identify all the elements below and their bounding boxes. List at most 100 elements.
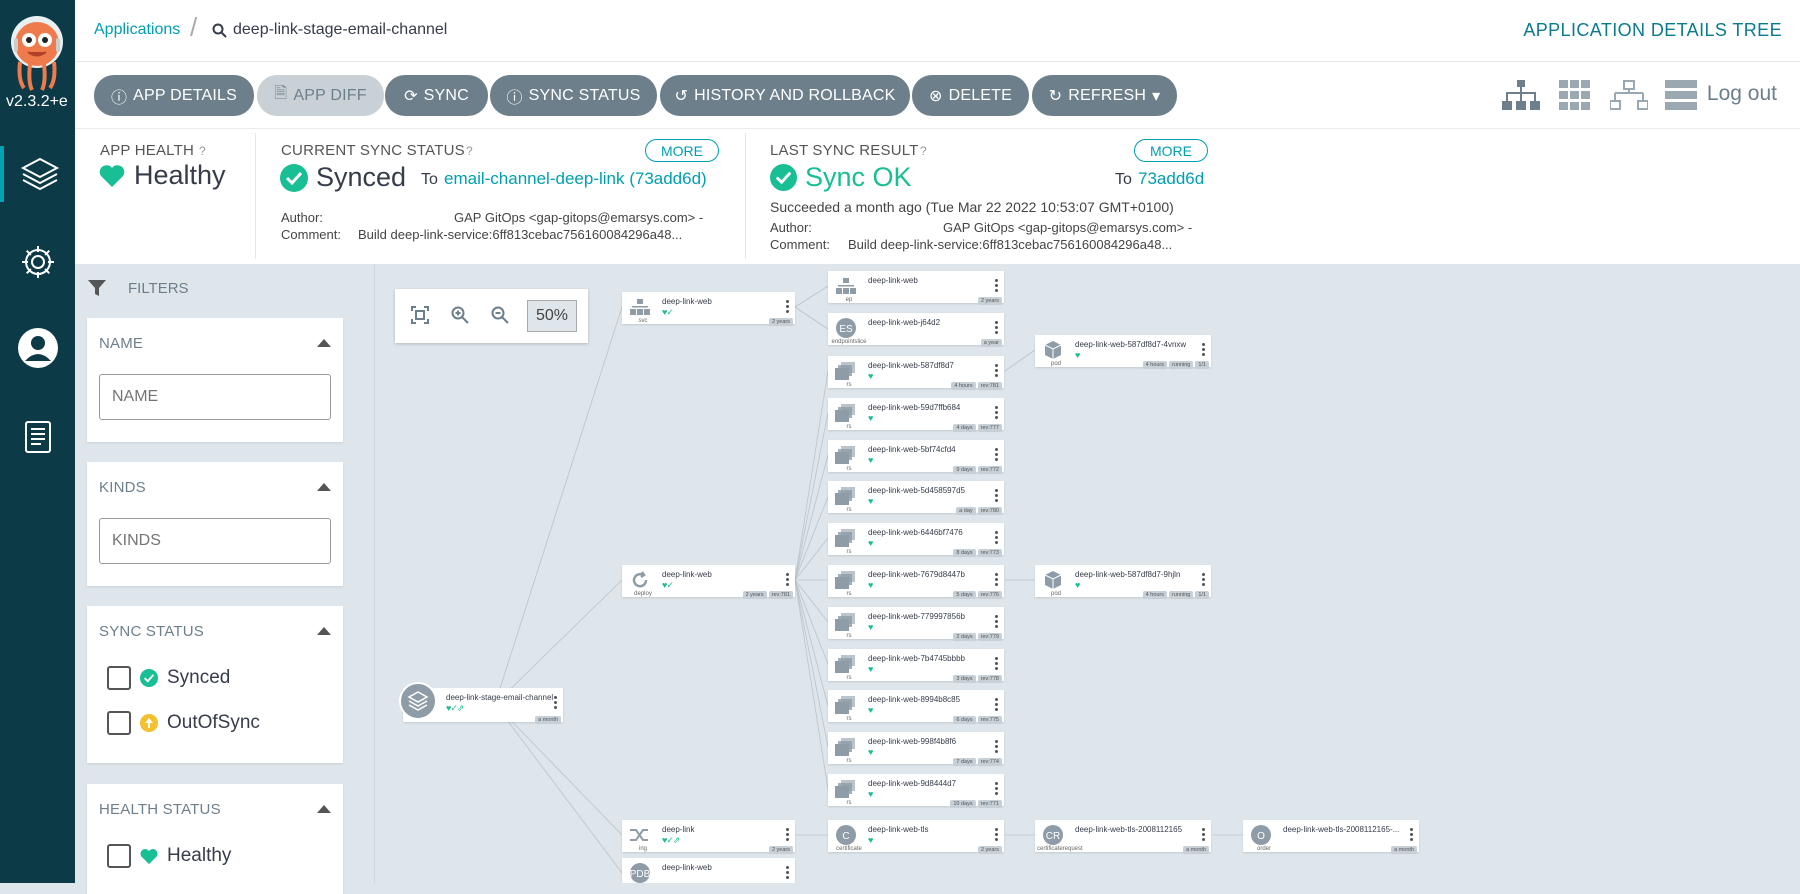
zoom-out-icon[interactable] [491, 306, 509, 324]
gear-icon [21, 246, 54, 278]
sidebar-item-settings[interactable] [0, 234, 75, 290]
app-details-button[interactable]: ⓘ APP DETAILS [94, 75, 254, 116]
outofsync-filter-option[interactable]: OutOfSync [107, 711, 260, 735]
node-kind: rs [846, 716, 852, 723]
resource-node[interactable]: rs deep-link-web-9d8444d7 ♥ 10 days rev:771 [828, 774, 1004, 808]
node-menu-icon[interactable] [786, 300, 789, 313]
app-node[interactable]: deep-link-stage-email-channel ♥✓⇗ a mont… [399, 682, 563, 724]
resource-node[interactable]: rs deep-link-web-7679d8447b ♥ 5 days rev:776 [828, 565, 1004, 599]
sync-button[interactable]: ⟳ SYNC [385, 75, 488, 116]
node-menu-icon[interactable] [995, 447, 998, 461]
svc-node[interactable]: svc deep-link-web ♥✓ 2 years [622, 292, 795, 326]
node-menu-icon[interactable] [1410, 828, 1413, 841]
collapse-icon[interactable] [317, 339, 331, 347]
ing-node[interactable]: ing deep-link ♥✓⇗ 2 years [622, 820, 795, 854]
node-tag: a month [535, 716, 561, 724]
delete-button[interactable]: ⊗ DELETE [912, 75, 1029, 116]
resource-node[interactable]: rs deep-link-web-6446bf7476 ♥ 8 days rev:773 [828, 523, 1004, 558]
node-menu-icon[interactable] [995, 489, 998, 503]
node-menu-icon[interactable] [995, 573, 998, 586]
argo-logo[interactable] [6, 12, 68, 92]
node-menu-icon[interactable] [786, 866, 789, 879]
collapse-icon[interactable] [317, 805, 331, 813]
sync-status-button[interactable]: ⓘ SYNC STATUS [490, 75, 657, 116]
node-menu-icon[interactable] [995, 279, 998, 292]
certificate-node[interactable]: Ccertificate deep-link-web-tls ♥ 2 years [828, 820, 1004, 854]
resource-node[interactable]: rs deep-link-web-779997856b ♥ 2 days rev:779 [828, 606, 1004, 641]
node-tag: rev:772 [977, 465, 1002, 474]
node-menu-icon[interactable] [786, 573, 789, 586]
node-kind: endpointslice [831, 339, 867, 345]
app-diff-button[interactable]: 🗎 APP DIFF [257, 75, 384, 116]
tree-view-icon[interactable] [1502, 80, 1540, 110]
node-menu-icon[interactable] [995, 364, 998, 377]
node-menu-icon[interactable] [995, 698, 998, 712]
endpointslice-node[interactable]: ES endpointslice deep-link-web-j64d2 a year [828, 313, 1004, 347]
pod-node[interactable]: pod deep-link-web-587df8d7-4vnxw ♥ 4 hours r… [1035, 335, 1211, 369]
last-sync-revision-link[interactable]: 73add6d [1138, 169, 1204, 189]
outofsync-checkbox[interactable] [107, 711, 131, 735]
resource-node[interactable]: rs deep-link-web-5bf74cfd4 ♥ 9 days rev:772 [828, 439, 1004, 474]
synced-checkbox[interactable] [107, 666, 131, 690]
breadcrumb-applications[interactable]: Applications [94, 21, 180, 39]
resource-node[interactable]: rs deep-link-web-59d7ffb684 ♥ 4 days rev:777 [828, 397, 1004, 432]
collapse-icon[interactable] [317, 483, 331, 491]
node-menu-icon[interactable] [1202, 828, 1205, 841]
sidebar-item-applications[interactable] [0, 146, 75, 202]
resource-node[interactable]: rs deep-link-web-8994b8c85 ♥ 6 days rev:775 [828, 690, 1004, 725]
node-menu-icon[interactable] [786, 828, 789, 841]
node-tag: 8 days [953, 549, 976, 558]
synced-filter-option[interactable]: Synced [107, 666, 230, 690]
node-menu-icon[interactable] [554, 696, 557, 709]
certificaterequest-node[interactable]: CR certificaterequest deep-link-web-tls-20… [1035, 820, 1211, 854]
pod-node[interactable]: pod deep-link-web-587df8d7-9hjln ♥ 4 hours r… [1035, 565, 1211, 599]
node-name: deep-link-web-587df8d7 [868, 361, 954, 370]
fit-screen-icon[interactable] [411, 306, 429, 324]
refresh-button[interactable]: ↻ REFRESH ▾ [1032, 75, 1177, 116]
collapse-icon[interactable] [317, 627, 331, 635]
resource-node[interactable]: rs deep-link-web-7b4745bbbb ♥ 3 days rev:778 [828, 648, 1004, 683]
node-menu-icon[interactable] [995, 614, 998, 628]
logout-link[interactable]: Log out [1707, 82, 1777, 106]
sidebar: v2.3.2+e [0, 0, 75, 883]
deploy-node[interactable]: deploy deep-link-web ♥✓ 2 years rev:781 [622, 565, 795, 599]
resource-node[interactable]: rs deep-link-web-998f4b8f6 ♥ 7 days rev:774 [828, 732, 1004, 767]
node-menu-icon[interactable] [995, 656, 998, 670]
order-node[interactable]: Oorder deep-link-web-tls-2008112165-... a … [1243, 820, 1419, 854]
history-rollback-button[interactable]: ↺ HISTORY AND ROLLBACK [660, 75, 910, 116]
resource-node[interactable]: rs deep-link-web-5d458597d5 ♥ a day rev:780 [828, 481, 1004, 516]
sidebar-item-docs[interactable] [0, 410, 75, 466]
resource-tree-canvas[interactable]: 50% deep-link-stage-email-channel ♥✓⇗ a … [375, 264, 1800, 883]
sidebar-item-user[interactable] [0, 320, 75, 376]
node-menu-icon[interactable] [995, 531, 998, 545]
current-sync-revision-link[interactable]: email-channel-deep-link (73add6d) [444, 169, 707, 189]
node-tag: rev:777 [977, 423, 1002, 432]
healthy-checkbox[interactable] [107, 844, 131, 868]
healthy-filter-option[interactable]: Healthy [107, 844, 231, 868]
list-view-icon[interactable] [1665, 80, 1697, 110]
node-tag: 2 days [953, 632, 976, 641]
node-menu-icon[interactable] [995, 321, 998, 334]
node-menu-icon[interactable] [995, 782, 998, 795]
node-menu-icon[interactable] [995, 405, 998, 419]
resource-node[interactable]: rs deep-link-web-587df8d7 ♥ 4 hours rev:781 [828, 356, 1004, 390]
ep-node[interactable]: ep deep-link-web 2 years [828, 271, 1004, 305]
breadcrumb-current[interactable]: deep-link-stage-email-channel [212, 21, 447, 39]
node-menu-icon[interactable] [995, 828, 998, 841]
node-menu-icon[interactable] [995, 740, 998, 754]
last-sync-more-button[interactable]: MORE [1134, 139, 1208, 162]
node-menu-icon[interactable] [1202, 343, 1205, 356]
health-sync-icons: ♥ [868, 454, 873, 465]
current-sync-more-button[interactable]: MORE [645, 139, 719, 162]
kinds-input[interactable] [99, 518, 331, 564]
health-sync-icons: ♥✓⇗ [662, 835, 680, 845]
network-view-icon[interactable] [1610, 80, 1648, 110]
pods-view-icon[interactable] [1559, 80, 1591, 110]
PDB-node[interactable]: PDBPDBdeep-link-web [622, 858, 795, 883]
health-sync-icons: ♥ [868, 371, 873, 381]
node-menu-icon[interactable] [1202, 573, 1205, 586]
node-kind: svc [638, 318, 648, 324]
name-input[interactable] [99, 374, 331, 420]
node-name: deep-link-web-59d7ffb684 [868, 402, 961, 412]
zoom-in-icon[interactable] [451, 306, 469, 324]
